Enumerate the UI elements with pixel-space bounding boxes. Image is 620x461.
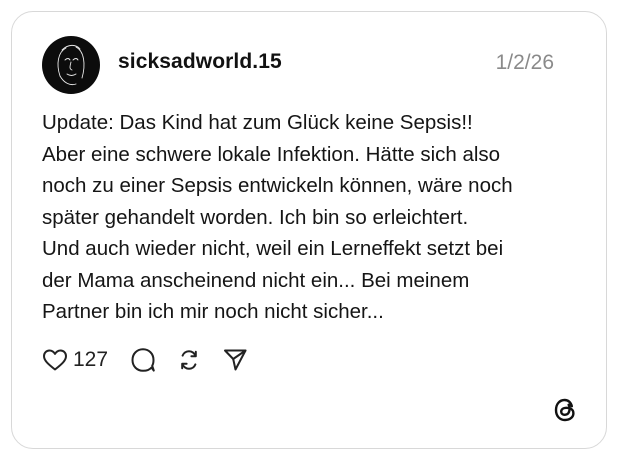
post-text-line: Aber eine schwere lokale Infektion. Hätt… (42, 142, 501, 166)
like-count: 127 (73, 348, 109, 371)
post-text-line: Update: Das Kind hat zum Glück keine Sep… (42, 111, 473, 134)
post-card: sicksadworld.15 1/2/26 Update: Das Kind … (11, 11, 607, 449)
action-bar: 127 (42, 345, 248, 375)
username[interactable]: sicksadworld.15 (118, 50, 282, 74)
repost-button[interactable] (176, 347, 202, 373)
comment-button[interactable] (130, 347, 156, 373)
comment-bubble-icon (131, 348, 155, 372)
avatar-sketch-icon (57, 44, 85, 86)
post-body: Update: Das Kind hat zum Glück keine Sep… (42, 107, 587, 328)
heart-icon (43, 349, 67, 371)
post-text-line: noch zu einer Sepsis entwickeln können, … (42, 174, 513, 197)
send-icon (224, 349, 247, 371)
post-text-line: Partner bin ich mir noch nicht sicher... (42, 300, 384, 323)
avatar[interactable] (42, 36, 100, 94)
repost-icon (181, 350, 197, 370)
post-date: 1/2/26 (495, 51, 554, 74)
post-text-line: Und auch wieder nicht, weil ein Lerneffe… (42, 237, 504, 260)
post-text-line: später gehandelt worden. Ich bin so erle… (42, 205, 469, 229)
threads-logo-icon (551, 396, 579, 424)
share-button[interactable] (222, 347, 248, 373)
post-text-line: der Mama anscheinend nicht ein... Bei me… (42, 268, 470, 292)
like-button[interactable]: 127 (42, 348, 108, 372)
